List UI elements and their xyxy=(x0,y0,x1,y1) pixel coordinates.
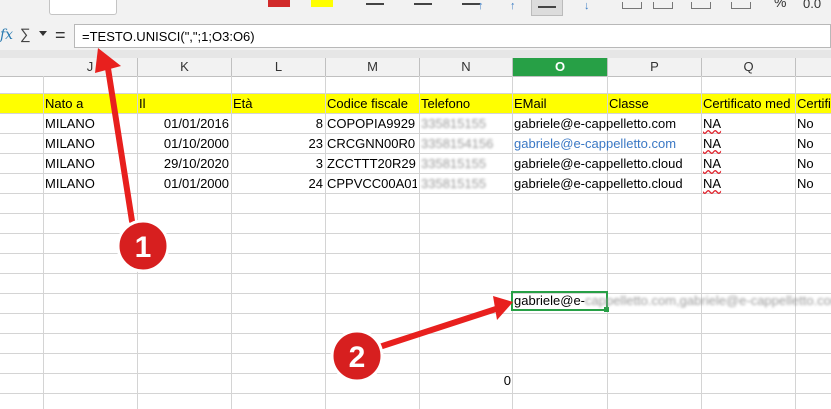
arrow-1 xyxy=(95,48,135,224)
callout-2: 2 xyxy=(330,329,384,383)
annotation-overlay: 1 2 xyxy=(95,48,513,383)
callout-1-label: 1 xyxy=(135,231,152,264)
callout-2-label: 2 xyxy=(349,341,366,374)
callout-1: 1 xyxy=(116,219,170,273)
arrow-2 xyxy=(367,296,513,353)
